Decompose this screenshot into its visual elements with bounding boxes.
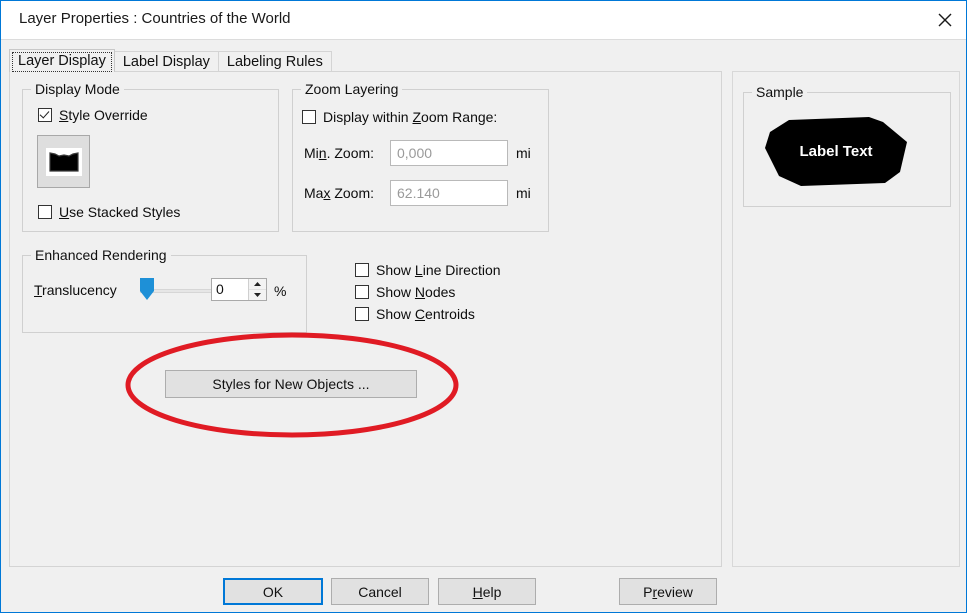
translucency-slider-thumb[interactable] <box>140 278 154 300</box>
sample-polygon <box>765 117 907 186</box>
tab-label-display-label: Label Display <box>122 54 210 70</box>
sample-group-title: Sample <box>752 84 808 100</box>
checkbox-box <box>38 108 52 122</box>
style-preview-swatch-button[interactable] <box>37 135 90 188</box>
sc-pre: Show <box>376 306 415 322</box>
style-override-rest: tyle Override <box>68 107 148 123</box>
max-zoom-post: Zoom: <box>330 185 375 201</box>
max-zoom-unit: mi <box>516 185 531 201</box>
style-override-checkbox[interactable]: Style Override <box>38 107 148 123</box>
show-nodes-label: Show Nodes <box>376 284 455 300</box>
display-within-zoom-range-checkbox[interactable]: Display within Zoom Range: <box>302 109 497 125</box>
dwzr-pre: Display within <box>323 109 413 125</box>
sn-pre: Show <box>376 284 415 300</box>
spinner-down-icon[interactable] <box>249 290 266 300</box>
cancel-button[interactable]: Cancel <box>331 578 429 605</box>
min-zoom-unit: mi <box>516 145 531 161</box>
layer-properties-dialog: Layer Properties : Countries of the Worl… <box>0 0 967 613</box>
accel-c: C <box>414 306 426 322</box>
spinner-up-icon[interactable] <box>249 279 266 290</box>
min-zoom-label: Min. Zoom: <box>304 145 374 161</box>
accel-l: L <box>414 262 423 278</box>
display-mode-group-title: Display Mode <box>31 81 124 97</box>
help-rest: elp <box>482 583 502 600</box>
show-centroids-label: Show Centroids <box>376 306 475 322</box>
checkbox-box <box>38 205 52 219</box>
use-stacked-styles-checkbox[interactable]: Use Stacked Styles <box>38 204 180 220</box>
accel-t: T <box>34 282 43 298</box>
min-zoom-post: . Zoom: <box>326 145 375 161</box>
accel-n2: N <box>414 284 426 300</box>
zoom-layering-group-title: Zoom Layering <box>301 81 403 97</box>
show-nodes-checkbox[interactable]: Show Nodes <box>355 284 455 300</box>
tab-layer-display[interactable]: Layer Display <box>9 49 115 72</box>
accel-h: H <box>472 583 483 600</box>
use-stacked-styles-label: Use Stacked Styles <box>59 204 180 220</box>
close-icon[interactable] <box>922 1 966 39</box>
sld-post: ine Direction <box>422 262 501 278</box>
max-zoom-pre: Ma <box>304 185 324 201</box>
ok-button[interactable]: OK <box>223 578 323 605</box>
use-stacked-styles-rest: se Stacked Styles <box>69 204 181 220</box>
spinner-buttons <box>248 279 266 300</box>
translucency-unit: % <box>274 283 287 299</box>
accel-n: n <box>318 145 327 161</box>
max-zoom-input[interactable]: 62.140 <box>390 180 508 206</box>
min-zoom-pre: Mi <box>304 145 319 161</box>
checkbox-box <box>355 307 369 321</box>
checkbox-box <box>355 263 369 277</box>
page-title: Layer Properties : Countries of the Worl… <box>19 10 291 27</box>
help-button[interactable]: Help <box>438 578 536 605</box>
max-zoom-label: Max Zoom: <box>304 185 374 201</box>
accel-z: Z <box>412 109 422 125</box>
tab-focus-outline <box>12 52 112 72</box>
show-line-direction-checkbox[interactable]: Show Line Direction <box>355 262 501 278</box>
style-override-label: Style Override <box>59 107 148 123</box>
translucency-label: Translucency <box>34 282 117 298</box>
tab-label-display[interactable]: Label Display <box>113 51 219 72</box>
tab-labeling-rules[interactable]: Labeling Rules <box>217 51 332 72</box>
style-preview-swatch <box>46 148 82 176</box>
show-centroids-checkbox[interactable]: Show Centroids <box>355 306 475 322</box>
sld-pre: Show <box>376 262 415 278</box>
display-within-zoom-range-label: Display within Zoom Range: <box>323 109 497 125</box>
dwzr-post: oom Range: <box>421 109 498 125</box>
checkbox-box <box>355 285 369 299</box>
translucency-value: 0 <box>216 281 224 297</box>
styles-for-new-objects-button[interactable]: Styles for New Objects ... <box>165 370 417 398</box>
tab-strip: Layer Display Label Display Labeling Rul… <box>9 49 332 72</box>
preview-post: eview <box>657 583 693 600</box>
sample-panel: Sample Label Text <box>732 71 960 567</box>
title-bar: Layer Properties : Countries of the Worl… <box>1 1 966 40</box>
enhanced-rendering-group-title: Enhanced Rendering <box>31 247 171 263</box>
sn-post: odes <box>425 284 456 300</box>
tab-labeling-rules-label: Labeling Rules <box>226 54 323 70</box>
translucency-spinner[interactable]: 0 <box>211 278 267 301</box>
show-line-direction-label: Show Line Direction <box>376 262 501 278</box>
sc-post: entroids <box>425 306 475 322</box>
accel-s: S <box>59 107 69 123</box>
accel-u: U <box>59 204 70 220</box>
translucency-rest: ranslucency <box>42 282 117 298</box>
min-zoom-input[interactable]: 0,000 <box>390 140 508 166</box>
preview-button[interactable]: Preview <box>619 578 717 605</box>
checkbox-box <box>302 110 316 124</box>
